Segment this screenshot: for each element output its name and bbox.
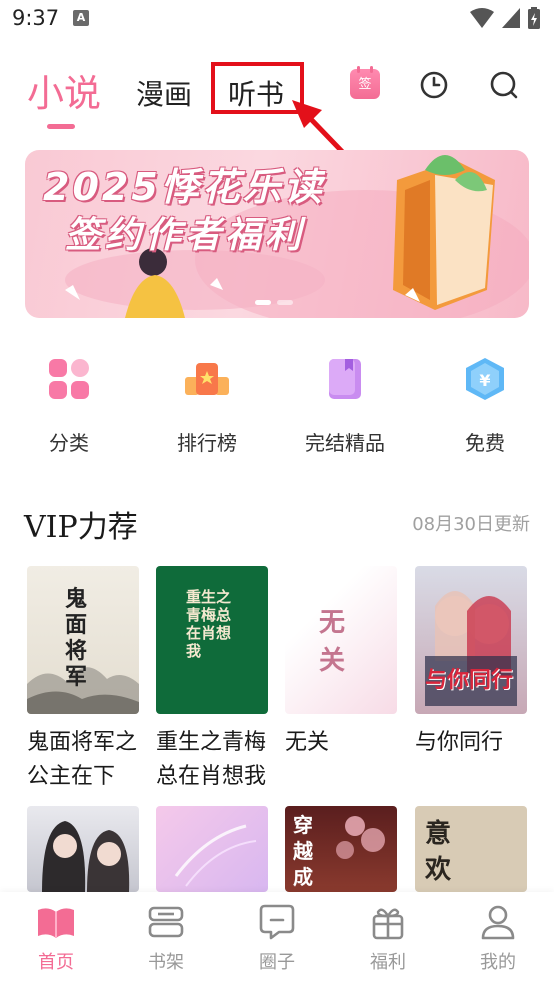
completed-book-icon [329,359,361,399]
book-cover: 鬼面将军 [27,566,139,714]
bookshelf-icon [148,906,184,938]
book-title: 与你同行 [415,730,504,755]
book-cover: 意欢 [415,806,527,892]
banner-dot-2 [277,300,293,305]
book-card[interactable]: 穿越成 [285,806,397,892]
nav-label: 圈子 [259,952,295,973]
free-icon: ¥ [466,358,504,400]
book-card[interactable]: 鬼面将军 鬼面将军之公主在下 [27,566,139,794]
book-title: 鬼面将军之公主在下 [27,730,138,789]
book-cover-title: 意欢 [425,819,452,885]
svg-text:¥: ¥ [479,371,490,390]
book-cover-title: 穿越成 [293,813,313,889]
nav-rewards[interactable]: 福利 [358,904,418,974]
banner-pagination [255,300,293,305]
book-cover [27,806,139,892]
book-cover [156,806,268,892]
section-title: VIP力荐 [24,510,138,545]
book-card[interactable] [156,806,268,892]
profile-icon [481,905,515,940]
nav-label: 书架 [148,952,184,973]
bottom-navigation: 首页 书架 圈子 福利 我的 [0,892,554,984]
book-card[interactable]: 与你同行 与你同行 [415,566,527,760]
banner-title: 2025悸花乐读 [43,165,325,209]
quick-entry-label: 完结精品 [305,431,385,455]
promo-banner[interactable]: 2025悸花乐读 签约作者福利 [25,150,529,318]
nav-label: 首页 [38,952,74,973]
quick-entry-ranking[interactable]: 排行榜 [152,355,262,456]
book-card[interactable] [27,806,139,892]
book-cover: 与你同行 [415,566,527,714]
nav-bookshelf[interactable]: 书架 [136,904,196,974]
quick-entry-label: 免费 [465,431,505,455]
book-cover-title: 重生之青梅总在肖想我 [186,588,232,660]
nav-home[interactable]: 首页 [26,904,86,974]
quick-entry-row: 分类 排行榜 完结精品 ¥ 免费 [0,355,554,455]
book-card[interactable]: 无关 无关 [285,566,397,760]
quick-entry-label: 排行榜 [177,431,237,455]
quick-entry-free[interactable]: ¥ 免费 [430,355,540,456]
cover-illustration [174,824,257,887]
gift-icon [372,908,404,940]
book-cover-title: 鬼面将军 [65,586,88,690]
nav-label: 我的 [480,952,516,973]
banner-subtitle: 签约作者福利 [65,215,306,256]
ranking-icon [185,363,229,395]
nav-profile[interactable]: 我的 [468,904,528,974]
book-title: 无关 [285,730,330,755]
section-update-date: 08月30日更新 [412,514,530,535]
quick-entry-completed[interactable]: 完结精品 [290,355,400,456]
cover-illustration [42,821,130,892]
book-cover: 无关 [285,566,397,714]
book-cover: 穿越成 [285,806,397,892]
home-book-icon [38,908,74,938]
nav-community[interactable]: 圈子 [247,904,307,974]
category-icon [49,359,89,399]
book-card[interactable]: 意欢 [415,806,527,892]
book-title: 重生之青梅总在肖想我 [156,730,267,789]
book-card[interactable]: 重生之青梅总在肖想我 重生之青梅总在肖想我 [156,566,268,794]
quick-entry-category[interactable]: 分类 [14,355,124,456]
book-cover-title: 与你同行 [425,667,514,693]
book-cover: 重生之青梅总在肖想我 [156,566,268,714]
book-cover-title: 无关 [319,608,346,676]
chat-bubble-icon [259,904,295,940]
banner-dot-1 [255,300,271,305]
nav-label: 福利 [370,952,406,973]
quick-entry-label: 分类 [49,431,89,455]
